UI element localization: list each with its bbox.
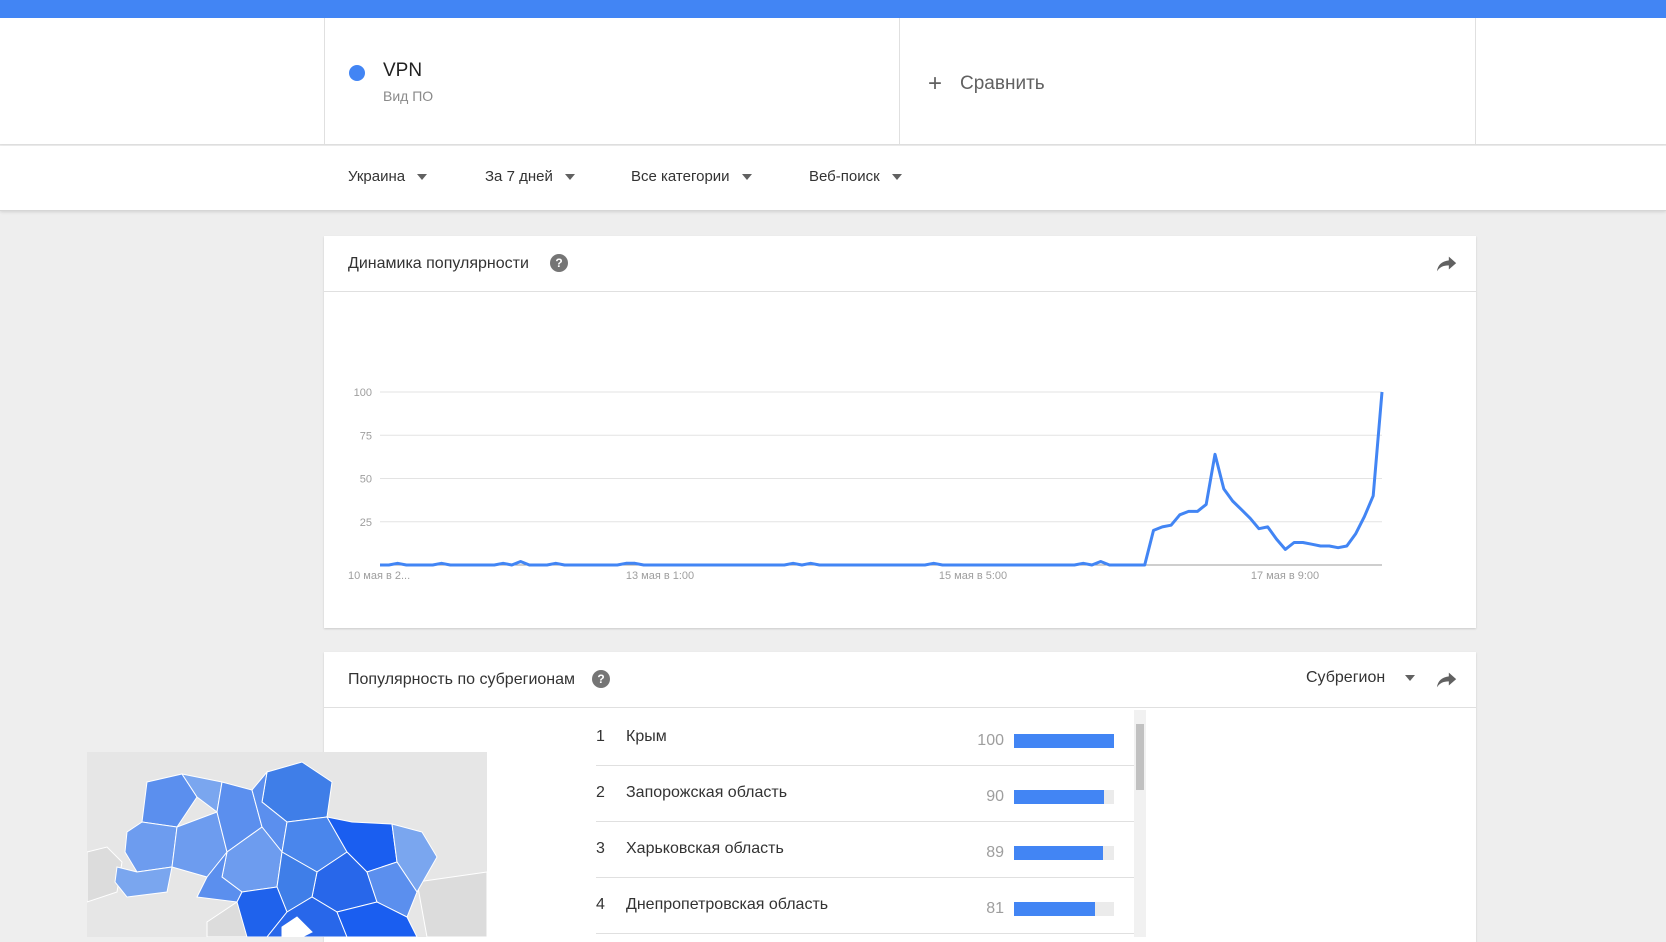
value-bar: [1014, 734, 1114, 748]
y-tick-label: 100: [354, 387, 372, 399]
help-icon[interactable]: ?: [550, 254, 568, 272]
compare-button[interactable]: + Сравнить: [928, 72, 1045, 96]
x-tick-label: 13 мая в 1:00: [626, 570, 694, 582]
search-term-card[interactable]: VPN Вид ПО: [324, 18, 900, 145]
list-item[interactable]: 4 Днепропетровская область 81: [596, 878, 1136, 934]
ukraine-map: [87, 761, 487, 937]
series-color-dot: [349, 65, 365, 81]
region-name: Харьковская область: [626, 840, 784, 857]
region-value: 100: [977, 732, 1004, 749]
region-filter[interactable]: Украина: [348, 168, 428, 185]
region-filter-label: Украина: [348, 168, 406, 185]
category-filter[interactable]: Все категории: [631, 168, 752, 185]
line-chart: 100 75 50 25 10 мая в 2... 13 мая в 1:00 15 ма…: [324, 292, 1476, 628]
search-term-name[interactable]: VPN: [383, 60, 422, 82]
x-tick-label: 15 мая в 5:00: [939, 570, 1007, 582]
category-filter-label: Все категории: [631, 168, 730, 185]
y-tick-label: 75: [360, 430, 372, 442]
value-bar: [1014, 902, 1114, 916]
chevron-down-icon: [891, 173, 902, 180]
list-item[interactable]: 2 Запорожская область 90: [596, 766, 1136, 822]
share-icon[interactable]: [1436, 254, 1458, 274]
help-icon[interactable]: ?: [592, 670, 610, 688]
region-name: Крым: [626, 728, 667, 745]
scrollbar-thumb[interactable]: [1136, 724, 1144, 790]
period-filter-label: За 7 дней: [485, 168, 553, 185]
compare-label: Сравнить: [960, 73, 1045, 94]
list-item[interactable]: 3 Харьковская область 89: [596, 822, 1136, 878]
region-name: Запорожская область: [626, 784, 788, 801]
search-type-filter[interactable]: Веб-поиск: [809, 168, 902, 185]
top-app-bar: [0, 0, 1666, 18]
chevron-down-icon: [417, 173, 428, 180]
search-type-filter-label: Веб-поиск: [809, 168, 880, 185]
rank-number: 1: [596, 728, 605, 745]
search-term-type: Вид ПО: [383, 88, 434, 104]
share-icon[interactable]: [1436, 670, 1458, 690]
region-value: 90: [986, 788, 1004, 805]
plus-icon: +: [928, 70, 943, 97]
value-bar: [1014, 846, 1114, 860]
y-tick-label: 50: [360, 474, 372, 486]
region-ranking-list: 1 Крым 100 2 Запорожская область 90 3 Ха…: [596, 710, 1136, 934]
card-title: Динамика популярности: [348, 255, 529, 272]
value-bar: [1014, 790, 1114, 804]
search-term-header: VPN Вид ПО + Сравнить: [0, 18, 1666, 145]
resolution-select[interactable]: Субрегион: [1306, 669, 1416, 687]
region-name: Днепропетровская область: [626, 896, 829, 913]
region-value: 81: [986, 900, 1004, 917]
y-tick-label: 25: [360, 517, 372, 529]
header-divider: [1475, 18, 1476, 145]
chevron-down-icon: [1405, 675, 1416, 681]
chevron-down-icon: [564, 173, 575, 180]
rank-number: 3: [596, 840, 605, 857]
list-item[interactable]: 1 Крым 100: [596, 710, 1136, 766]
card-header: Динамика популярности ?: [324, 236, 1476, 292]
x-tick-label: 17 мая в 9:00: [1251, 570, 1319, 582]
card-header: Популярность по субрегионам ? Субрегион: [324, 652, 1476, 708]
region-map[interactable]: [87, 752, 487, 937]
card-title: Популярность по субрегионам: [348, 671, 576, 688]
period-filter[interactable]: За 7 дней: [485, 168, 575, 185]
line-chart-svg: 100 75 50 25 10 мая в 2... 13 мая в 1:00 15 ма…: [348, 387, 1384, 582]
resolution-select-label: Субрегион: [1306, 669, 1386, 686]
chevron-down-icon: [741, 173, 752, 180]
rank-number: 2: [596, 784, 605, 801]
interest-over-time-card: Динамика популярности ? 100 75 50 25 10 мая …: [324, 236, 1476, 628]
region-value: 89: [986, 844, 1004, 861]
list-scrollbar[interactable]: [1134, 710, 1146, 937]
x-tick-label: 10 мая в 2...: [348, 570, 410, 582]
filter-bar: Украина За 7 дней Все категории Веб-поис…: [0, 146, 1666, 211]
rank-number: 4: [596, 896, 605, 913]
